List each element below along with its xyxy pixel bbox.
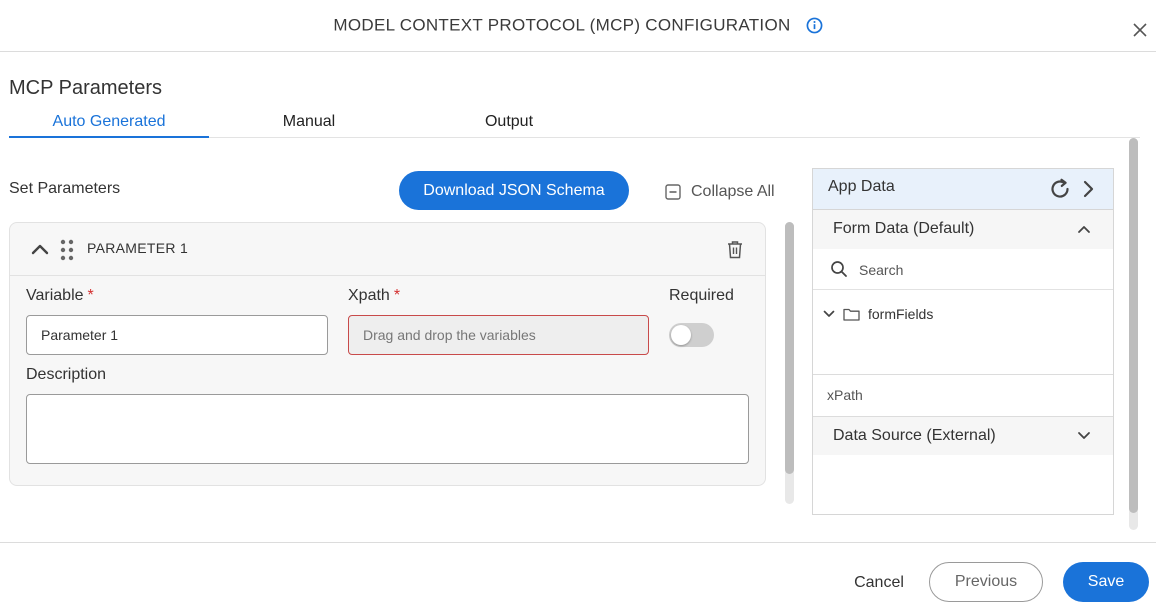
required-toggle[interactable] bbox=[669, 323, 714, 347]
dialog-title: MODEL CONTEXT PROTOCOL (MCP) CONFIGURATI… bbox=[0, 15, 1156, 36]
parameter-card-header: PARAMETER 1 bbox=[10, 223, 765, 276]
drag-handle-icon[interactable] bbox=[60, 239, 74, 261]
data-source-title: Data Source (External) bbox=[833, 427, 996, 444]
chevron-down-icon[interactable] bbox=[823, 310, 835, 318]
variable-label: Variable * bbox=[26, 287, 94, 305]
collapse-icon bbox=[665, 184, 681, 200]
cancel-button[interactable]: Cancel bbox=[845, 563, 913, 603]
dialog-header: MODEL CONTEXT PROTOCOL (MCP) CONFIGURATI… bbox=[0, 0, 1156, 52]
search-icon bbox=[831, 261, 847, 277]
xpath-input[interactable] bbox=[348, 315, 649, 355]
collapse-all-label: Collapse All bbox=[691, 183, 775, 200]
xpath-label-text: Xpath bbox=[348, 287, 390, 304]
tab-output[interactable]: Output bbox=[409, 113, 609, 138]
description-textarea[interactable] bbox=[26, 394, 749, 464]
app-data-title: App Data bbox=[828, 178, 895, 195]
set-parameters-label: Set Parameters bbox=[9, 180, 121, 197]
tree-item-label: formFields bbox=[868, 306, 934, 322]
required-toggle-knob bbox=[671, 325, 691, 345]
tree-item-formfields[interactable]: formFields bbox=[813, 302, 1113, 326]
info-icon[interactable] bbox=[806, 17, 823, 34]
variable-label-text: Variable bbox=[26, 287, 84, 304]
variable-input[interactable] bbox=[26, 315, 328, 355]
app-data-header: App Data bbox=[813, 169, 1113, 210]
trash-icon[interactable] bbox=[726, 240, 744, 259]
folder-icon bbox=[843, 308, 860, 321]
app-data-scrollbar[interactable] bbox=[1129, 138, 1138, 530]
tab-auto-generated[interactable]: Auto Generated bbox=[9, 113, 209, 138]
refresh-icon[interactable] bbox=[1048, 177, 1072, 201]
xpath-required-marker: * bbox=[393, 287, 401, 304]
collapse-all-button[interactable]: Collapse All bbox=[665, 183, 775, 201]
xpath-path-label: xPath bbox=[827, 387, 863, 403]
close-icon[interactable] bbox=[1132, 22, 1148, 38]
parameter-card: PARAMETER 1 Variable* Xpath* Required De… bbox=[9, 222, 766, 486]
download-json-schema-button[interactable]: Download JSON Schema bbox=[399, 171, 629, 210]
xpath-label: Xpath * bbox=[348, 287, 400, 305]
previous-button[interactable]: Previous bbox=[929, 562, 1043, 602]
app-data-scrollbar-thumb[interactable] bbox=[1129, 138, 1138, 513]
parameters-scrollbar-thumb[interactable] bbox=[785, 222, 794, 474]
app-data-search bbox=[813, 249, 1113, 290]
app-data-panel: App Data Form Data (Default) formFields bbox=[812, 168, 1114, 515]
description-label: Description bbox=[26, 366, 107, 383]
tab-bar: Auto Generated Manual Output bbox=[9, 110, 1140, 138]
chevron-down-icon bbox=[1078, 432, 1090, 439]
form-data-section[interactable]: Form Data (Default) bbox=[813, 210, 1113, 249]
tab-manual[interactable]: Manual bbox=[209, 113, 409, 138]
app-data-search-input[interactable] bbox=[859, 259, 1099, 281]
chevron-up-icon bbox=[1078, 226, 1090, 233]
form-data-title: Form Data (Default) bbox=[833, 220, 975, 237]
save-button[interactable]: Save bbox=[1063, 562, 1149, 602]
chevron-right-icon[interactable] bbox=[1081, 180, 1095, 198]
data-source-section[interactable]: Data Source (External) bbox=[813, 416, 1113, 455]
chevron-up-icon[interactable] bbox=[31, 242, 49, 256]
xpath-row: xPath bbox=[813, 374, 1113, 416]
dialog-footer: Cancel Previous Save bbox=[0, 542, 1156, 610]
page-title: MCP Parameters bbox=[9, 77, 163, 99]
parameters-scrollbar[interactable] bbox=[785, 222, 794, 504]
required-label: Required bbox=[669, 287, 734, 304]
variable-required-marker: * bbox=[87, 287, 94, 304]
parameter-name: PARAMETER 1 bbox=[87, 240, 189, 256]
dialog-title-text: MODEL CONTEXT PROTOCOL (MCP) CONFIGURATI… bbox=[333, 15, 791, 35]
